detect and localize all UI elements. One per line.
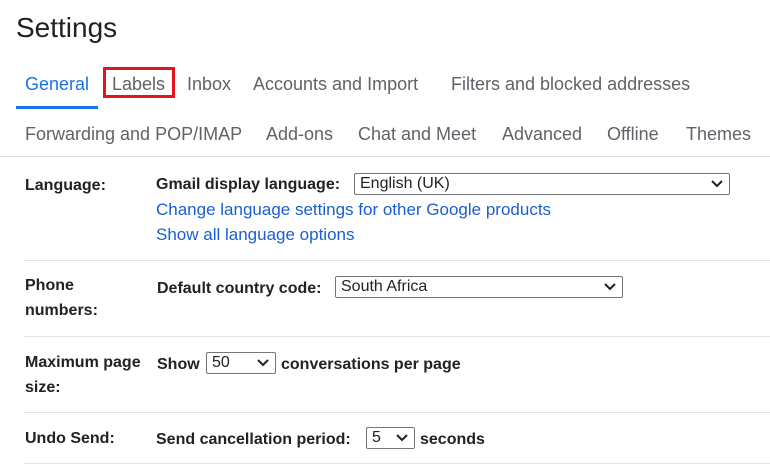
phone-numbers-label-line2: numbers: bbox=[25, 302, 98, 319]
cancellation-period-label: Send cancellation period: bbox=[156, 431, 351, 448]
chevron-down-icon bbox=[604, 283, 616, 291]
chevron-down-icon bbox=[711, 180, 723, 188]
display-language-select[interactable]: English (UK) bbox=[354, 173, 730, 195]
page-size-select[interactable]: 50 bbox=[206, 352, 276, 374]
country-code-label: Default country code: bbox=[157, 280, 322, 297]
change-language-link[interactable]: Change language settings for other Googl… bbox=[156, 199, 551, 221]
max-page-size-label-line2: size: bbox=[25, 379, 61, 396]
show-label: Show bbox=[157, 356, 200, 373]
phone-numbers-label: Phone numbers: bbox=[25, 273, 157, 323]
cancellation-period-select[interactable]: 5 bbox=[366, 427, 415, 449]
chevron-down-icon bbox=[396, 434, 408, 442]
seconds-label: seconds bbox=[420, 431, 485, 448]
page-size-value: 50 bbox=[212, 354, 230, 371]
show-all-languages-link[interactable]: Show all language options bbox=[156, 224, 354, 246]
conversations-per-page-label: conversations per page bbox=[281, 356, 461, 373]
tab-general[interactable]: General bbox=[25, 73, 89, 95]
row-divider bbox=[24, 260, 770, 261]
display-language-value: English (UK) bbox=[360, 175, 450, 192]
max-page-size-label: Maximum page size: bbox=[25, 350, 157, 400]
tab-offline[interactable]: Offline bbox=[607, 123, 659, 145]
row-divider bbox=[24, 463, 770, 464]
language-label: Language: bbox=[25, 177, 106, 194]
undo-send-label: Undo Send: bbox=[25, 430, 115, 447]
phone-numbers-label-line1: Phone bbox=[25, 277, 74, 294]
tab-forwarding-pop-imap[interactable]: Forwarding and POP/IMAP bbox=[25, 123, 242, 145]
tab-themes[interactable]: Themes bbox=[686, 123, 751, 145]
country-code-value: South Africa bbox=[341, 278, 428, 295]
country-code-select[interactable]: South Africa bbox=[335, 276, 623, 298]
tab-filters-and-blocked-addresses[interactable]: Filters and blocked addresses bbox=[451, 73, 690, 95]
cancellation-period-value: 5 bbox=[372, 429, 381, 446]
tab-accounts-and-import[interactable]: Accounts and Import bbox=[253, 73, 418, 95]
active-tab-indicator bbox=[16, 106, 98, 109]
chevron-down-icon bbox=[257, 359, 269, 367]
max-page-size-label-line1: Maximum page bbox=[25, 354, 141, 371]
labels-tab-highlight bbox=[103, 67, 175, 98]
tab-advanced[interactable]: Advanced bbox=[502, 123, 582, 145]
tabs-divider bbox=[0, 156, 770, 157]
row-divider bbox=[24, 412, 770, 413]
row-divider bbox=[24, 336, 770, 337]
tab-inbox[interactable]: Inbox bbox=[187, 73, 231, 95]
tab-chat-and-meet[interactable]: Chat and Meet bbox=[358, 123, 476, 145]
tab-add-ons[interactable]: Add-ons bbox=[266, 123, 333, 145]
display-language-label: Gmail display language: bbox=[156, 176, 341, 193]
page-title: Settings bbox=[16, 12, 118, 43]
